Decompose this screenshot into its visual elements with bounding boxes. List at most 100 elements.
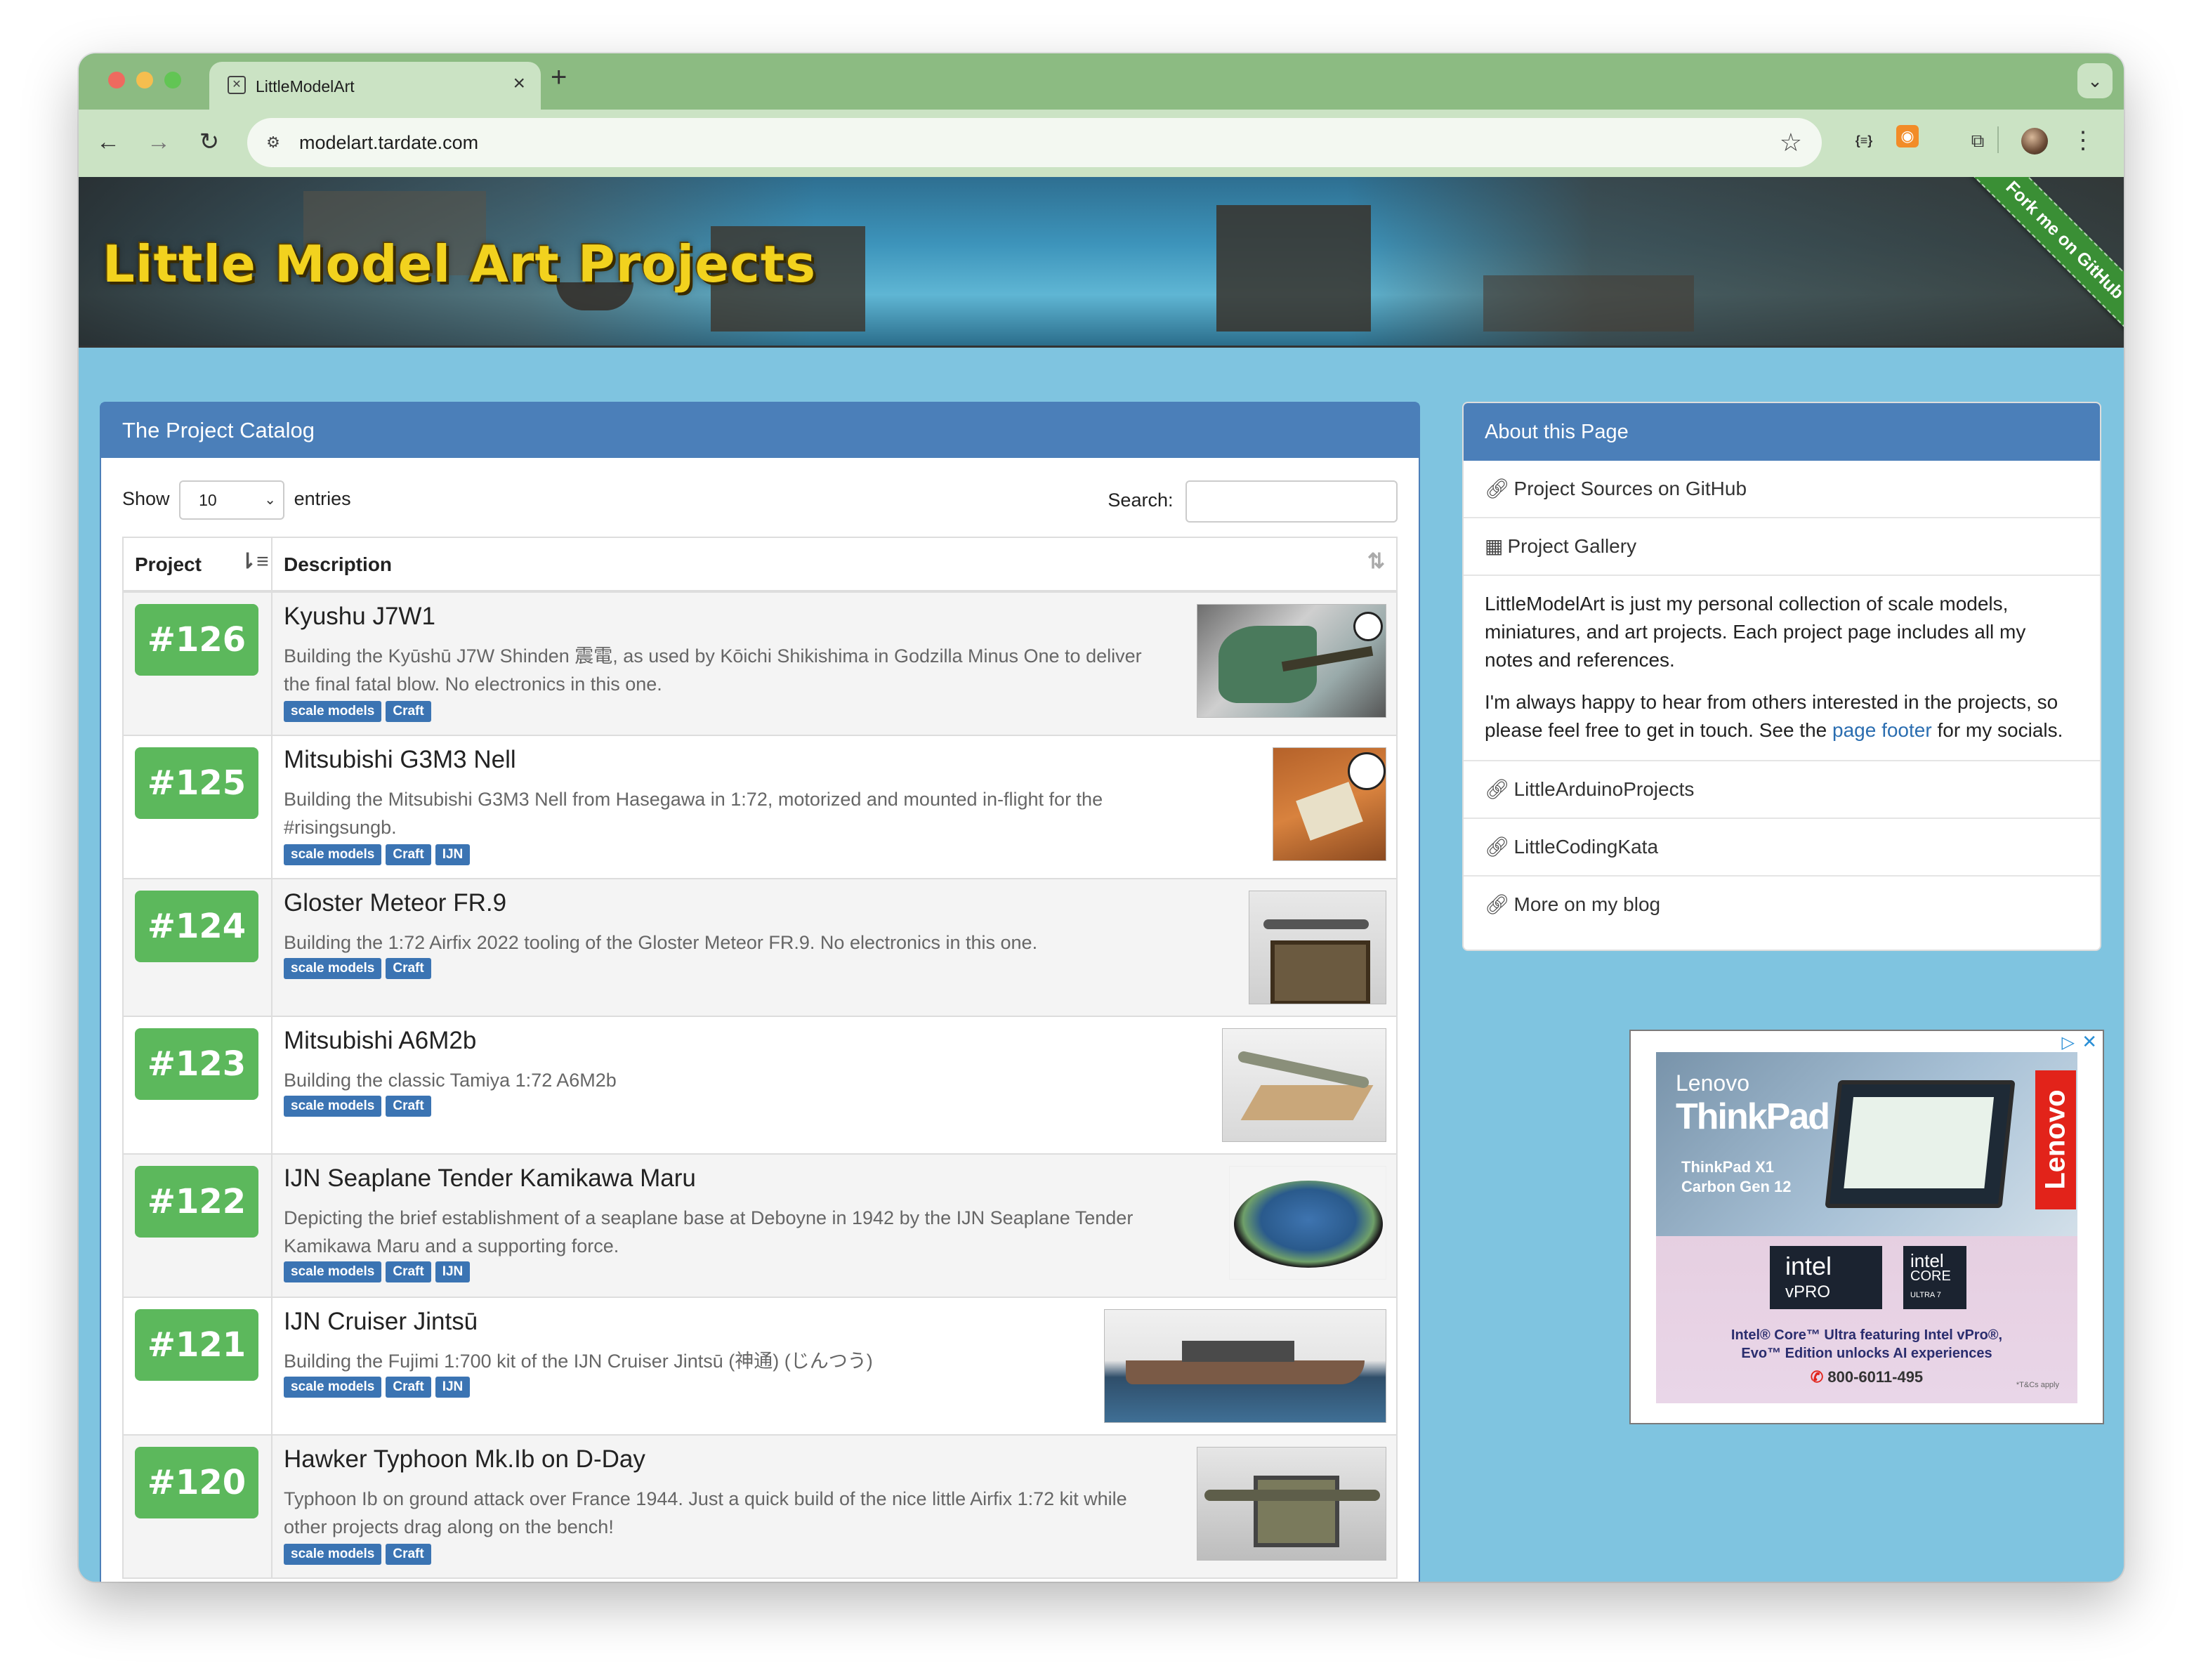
- link-icon: 🔗︎: [1485, 836, 1510, 858]
- tag-badge[interactable]: IJN: [435, 844, 471, 865]
- address-bar[interactable]: ⚙ modelart.tardate.com ☆: [247, 118, 1822, 167]
- intel-badge-text: ULTRA 7: [1910, 1291, 1941, 1299]
- column-header-project[interactable]: Project: [135, 553, 202, 576]
- fork-me-ribbon[interactable]: Fork me on GitHub: [1961, 177, 2124, 344]
- advertisement[interactable]: ▷ ✕ Lenovo ThinkPad ThinkPad X1 Carbon G…: [1629, 1030, 2104, 1424]
- link-little-coding-kata[interactable]: 🔗︎ LittleCodingKata: [1464, 819, 2100, 877]
- project-number-badge[interactable]: #121: [135, 1309, 258, 1381]
- entries-select[interactable]: 10 ⌄: [179, 480, 285, 520]
- column-divider: [271, 879, 272, 1016]
- project-number-badge[interactable]: #126: [135, 604, 258, 676]
- link-little-arduino-projects[interactable]: 🔗︎ LittleArduinoProjects: [1464, 761, 2100, 819]
- table-row[interactable]: #121 IJN Cruiser Jintsū Building the Fuj…: [124, 1298, 1396, 1436]
- column-header-description[interactable]: Description: [284, 553, 392, 576]
- table-row[interactable]: #124 Gloster Meteor FR.9 Building the 1:…: [124, 879, 1396, 1017]
- project-title[interactable]: Gloster Meteor FR.9: [284, 889, 506, 917]
- tag-badge[interactable]: Craft: [386, 1377, 431, 1398]
- intel-core-ultra-badge: intel CORE ULTRA 7: [1903, 1246, 1966, 1309]
- tag-badge[interactable]: Craft: [386, 844, 431, 865]
- project-thumbnail-image[interactable]: [1197, 1447, 1386, 1561]
- project-thumbnail-image[interactable]: [1249, 891, 1386, 1004]
- tag-badge[interactable]: scale models: [284, 844, 382, 865]
- tab-search-button[interactable]: ⌄: [2077, 63, 2113, 98]
- ad-phone[interactable]: ✆ 800-6011-495: [1656, 1368, 2077, 1386]
- project-title[interactable]: IJN Seaplane Tender Kamikawa Maru: [284, 1164, 696, 1193]
- forward-button[interactable]: →: [143, 126, 174, 157]
- ad-phone-number: 800-6011-495: [1827, 1368, 1924, 1386]
- link-more-on-blog[interactable]: 🔗︎ More on my blog: [1464, 877, 2100, 934]
- project-title[interactable]: Mitsubishi G3M3 Nell: [284, 746, 516, 774]
- table-row[interactable]: #120 Hawker Typhoon Mk.Ib on D-Day Typho…: [124, 1436, 1396, 1579]
- ad-choices-icon[interactable]: ▷: [2062, 1032, 2075, 1053]
- tab-close-icon[interactable]: ×: [513, 73, 525, 94]
- tag-badge[interactable]: scale models: [284, 1261, 382, 1282]
- tag-list: scale models Craft: [284, 958, 435, 979]
- tag-badge[interactable]: scale models: [284, 701, 382, 722]
- bookmark-star-icon[interactable]: ☆: [1780, 128, 1802, 157]
- new-tab-button[interactable]: +: [551, 63, 567, 91]
- project-number-badge[interactable]: #124: [135, 891, 258, 962]
- page-footer-link[interactable]: page footer: [1832, 719, 1932, 741]
- table-row[interactable]: #123 Mitsubishi A6M2b Building the class…: [124, 1017, 1396, 1155]
- tag-badge[interactable]: Craft: [386, 958, 431, 979]
- project-title[interactable]: IJN Cruiser Jintsū: [284, 1308, 478, 1336]
- chevron-down-icon: ⌄: [264, 492, 277, 508]
- tag-badge[interactable]: Craft: [386, 1096, 431, 1117]
- column-divider: [271, 736, 272, 878]
- banner-pier-shape: [1483, 275, 1694, 332]
- column-divider: [271, 593, 272, 735]
- browser-toolbar: ← → ↻ ⚙ modelart.tardate.com ☆ {≡} ⧉ ⋮: [79, 110, 2124, 177]
- catalog-heading: The Project Catalog: [101, 403, 1419, 458]
- tag-badge[interactable]: scale models: [284, 1096, 382, 1117]
- sort-both-icon[interactable]: ⇅: [1367, 549, 1385, 574]
- project-number-badge[interactable]: #123: [135, 1028, 258, 1100]
- tag-badge[interactable]: Craft: [386, 1261, 431, 1282]
- ad-creative[interactable]: Lenovo ThinkPad ThinkPad X1 Carbon Gen 1…: [1656, 1052, 2077, 1403]
- project-number-badge[interactable]: #125: [135, 747, 258, 819]
- rss-icon[interactable]: ◉: [1896, 125, 1919, 147]
- profile-avatar[interactable]: [2021, 128, 2048, 155]
- description-line: Typhoon Ib on ground attack over France …: [284, 1488, 1127, 1509]
- json-viewer-icon[interactable]: {≡}: [1848, 125, 1879, 156]
- browser-tab[interactable]: ✕ LittleModelArt ×: [209, 62, 541, 110]
- close-window-button[interactable]: [108, 72, 125, 88]
- entries-value: 10: [199, 490, 217, 509]
- project-title[interactable]: Kyushu J7W1: [284, 603, 435, 631]
- extensions-icon[interactable]: ⧉: [1962, 125, 1993, 156]
- project-number-badge[interactable]: #122: [135, 1166, 258, 1238]
- tag-badge[interactable]: IJN: [435, 1377, 471, 1398]
- project-thumbnail-image[interactable]: [1229, 1166, 1386, 1280]
- site-info-icon[interactable]: ⚙: [263, 132, 284, 153]
- project-number-badge[interactable]: #120: [135, 1447, 258, 1518]
- zoom-window-button[interactable]: [164, 72, 181, 88]
- kebab-menu-icon[interactable]: ⋮: [2068, 125, 2098, 156]
- tag-badge[interactable]: Craft: [386, 701, 431, 722]
- tag-badge[interactable]: scale models: [284, 958, 382, 979]
- project-thumbnail-image[interactable]: [1222, 1028, 1386, 1142]
- tag-badge[interactable]: scale models: [284, 1544, 382, 1565]
- tag-badge[interactable]: IJN: [435, 1261, 471, 1282]
- minimize-window-button[interactable]: [136, 72, 153, 88]
- link-project-sources[interactable]: 🔗︎ Project Sources on GitHub: [1464, 461, 2100, 518]
- table-row[interactable]: #122 IJN Seaplane Tender Kamikawa Maru D…: [124, 1155, 1396, 1298]
- sort-desc-icon[interactable]: ⇂≡: [239, 549, 269, 574]
- project-thumbnail-image[interactable]: [1273, 747, 1386, 861]
- url-text[interactable]: modelart.tardate.com: [299, 132, 478, 154]
- link-project-gallery[interactable]: ▦ Project Gallery: [1464, 518, 2100, 576]
- project-title[interactable]: Mitsubishi A6M2b: [284, 1027, 476, 1055]
- tag-badge[interactable]: Craft: [386, 1544, 431, 1565]
- back-button[interactable]: ←: [93, 126, 124, 157]
- project-title[interactable]: Hawker Typhoon Mk.Ib on D-Day: [284, 1445, 645, 1474]
- table-row[interactable]: #125 Mitsubishi G3M3 Nell Building the M…: [124, 736, 1396, 879]
- search-input[interactable]: [1185, 480, 1398, 523]
- ad-close-icon[interactable]: ✕: [2082, 1031, 2097, 1053]
- tag-list: scale models Craft: [284, 1096, 435, 1117]
- reload-button[interactable]: ↻: [194, 126, 225, 157]
- thumbnail-aircraft-shape: [1263, 919, 1369, 929]
- tag-badge[interactable]: scale models: [284, 1377, 382, 1398]
- project-thumbnail-image[interactable]: [1104, 1309, 1386, 1423]
- site-title[interactable]: Little Model Art Projects: [103, 235, 816, 294]
- intel-badge-text: CORE: [1910, 1268, 1951, 1284]
- project-thumbnail-image[interactable]: [1197, 604, 1386, 718]
- table-row[interactable]: #126 Kyushu J7W1 Building the Kyūshū J7W…: [124, 593, 1396, 736]
